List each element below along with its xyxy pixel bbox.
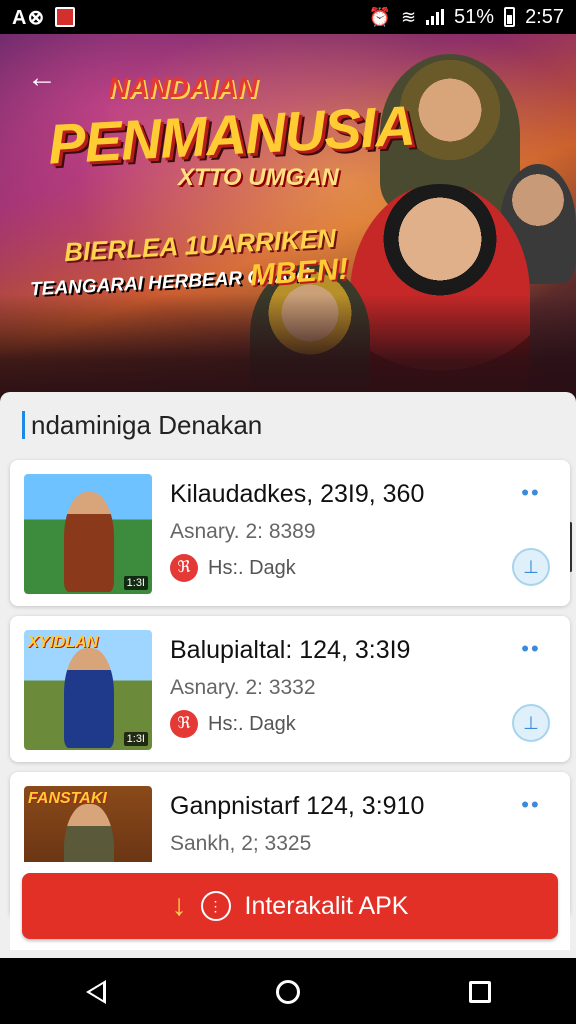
hero-title-sub: XTTO UMGAN [178, 164, 339, 191]
signal-icon [426, 9, 445, 25]
more-dots-icon[interactable]: •• [516, 482, 546, 506]
battery-percent: 51% [454, 5, 495, 28]
game-card[interactable]: 1:3I Kilaudadkes, 23I9, 360 Asnary. 2: 8… [10, 460, 570, 606]
section-header: ndaminiga Denakan [0, 392, 576, 458]
status-bar: A⊗ ⏰ ≋ 51% 2:57 [0, 0, 576, 34]
thumbnail-character [64, 492, 114, 592]
thumbnail-banner: FANSTAKI [28, 790, 107, 807]
nav-recents-button[interactable] [450, 972, 510, 1012]
more-dots-icon[interactable]: •• [516, 638, 546, 662]
alarm-icon: ⏰ [368, 6, 391, 27]
battery-icon [504, 7, 516, 27]
info-circle-icon: ⋮ [200, 891, 231, 921]
nav-home-icon [276, 980, 300, 1004]
status-time: 2:57 [525, 5, 564, 28]
more-dots-icon[interactable]: •• [516, 794, 546, 818]
status-brand: A⊗ [12, 6, 46, 29]
nav-home-button[interactable] [258, 972, 318, 1012]
game-subtitle: Sankh, 2; 3325 [170, 832, 312, 855]
game-title: Balupialtal: 124, 3:3I9 [170, 636, 411, 664]
game-title: Kilaudadkes, 23I9, 360 [170, 480, 425, 508]
hero-tagline-accent: MBEN! [248, 252, 350, 293]
hero-title-small: NANDAIAN [108, 72, 258, 103]
install-apk-label: Interakalit APK [244, 891, 409, 920]
hero-crowd [0, 294, 576, 404]
game-title: Ganpnistarf 124, 3:910 [170, 792, 425, 820]
game-thumbnail[interactable]: 1:3I [24, 474, 152, 594]
game-tag-label: Hs:. Dagk [208, 556, 296, 579]
game-tag: ℜ Hs:. Dagk [170, 554, 296, 582]
thumbnail-character [64, 648, 114, 748]
nav-back-button[interactable] [66, 972, 126, 1012]
wifi-icon: ≋ [400, 6, 417, 27]
thumbnail-badge: 1:3I [123, 576, 148, 590]
game-tag: ℜ Hs:. Dagk [170, 710, 296, 738]
install-icon[interactable]: ⊥ [512, 548, 550, 586]
nav-recents-icon [469, 981, 491, 1003]
game-thumbnail[interactable]: XYIDLAN 1:3I [24, 630, 152, 750]
install-apk-button[interactable]: ↓ ⋮ Interakalit APK [22, 873, 558, 939]
tag-icon: ℜ [170, 710, 198, 738]
hero-banner: ← NANDAIAN PENMANUSIA XTTO UMGAN BIERLEA… [0, 34, 576, 404]
download-arrow-icon: ↓ [171, 889, 187, 922]
install-icon[interactable]: ⊥ [512, 704, 550, 742]
cta-container: ↓ ⋮ Interakalit APK [10, 862, 570, 950]
notification-icon [55, 7, 76, 27]
navigation-bar [0, 960, 576, 1024]
back-arrow-icon[interactable]: ← [24, 60, 60, 96]
game-card[interactable]: XYIDLAN 1:3I Balupialtal: 124, 3:3I9 Asn… [10, 616, 570, 762]
section-accent-bar [22, 411, 25, 439]
thumbnail-banner: XYIDLAN [28, 634, 99, 651]
section-title: ndaminiga Denakan [31, 409, 263, 440]
game-subtitle: Asnary. 2: 8389 [170, 520, 316, 543]
game-subtitle: Asnary. 2: 3332 [170, 676, 316, 699]
tag-icon: ℜ [170, 554, 198, 582]
nav-back-icon [86, 980, 106, 1004]
game-tag-label: Hs:. Dagk [208, 712, 296, 735]
thumbnail-badge: 1:3I [123, 732, 148, 746]
